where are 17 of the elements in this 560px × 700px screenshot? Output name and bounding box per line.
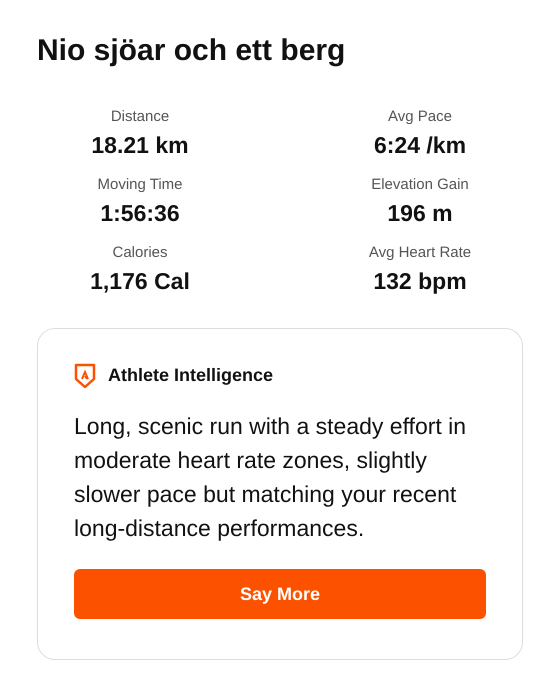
- shield-logo-icon: [74, 362, 96, 388]
- stat-value: 132 bpm: [373, 267, 467, 296]
- stat-value: 6:24 /km: [374, 131, 466, 160]
- stat-value: 18.21 km: [91, 131, 189, 160]
- say-more-button[interactable]: Say More: [74, 569, 486, 619]
- stat-value: 196 m: [387, 199, 453, 228]
- insight-text: Long, scenic run with a steady effort in moderate heart rate zones, slightly slower pace but matching your recent long-distance performances.: [74, 412, 468, 543]
- stat-label: Avg Pace: [388, 107, 452, 127]
- stat-label: Elevation Gain: [371, 175, 469, 195]
- activity-title: Nio sjöar och ett berg: [36, 33, 346, 69]
- stat-value: 1:56:36: [100, 199, 180, 228]
- stat-label: Moving Time: [97, 175, 183, 195]
- stat-label: Distance: [110, 107, 170, 127]
- stat-label: Calories: [112, 243, 168, 263]
- stat-value: 1,176 Cal: [90, 267, 190, 296]
- stat-label: Avg Heart Rate: [368, 243, 472, 263]
- insight-heading: Athlete Intelligence: [108, 364, 274, 387]
